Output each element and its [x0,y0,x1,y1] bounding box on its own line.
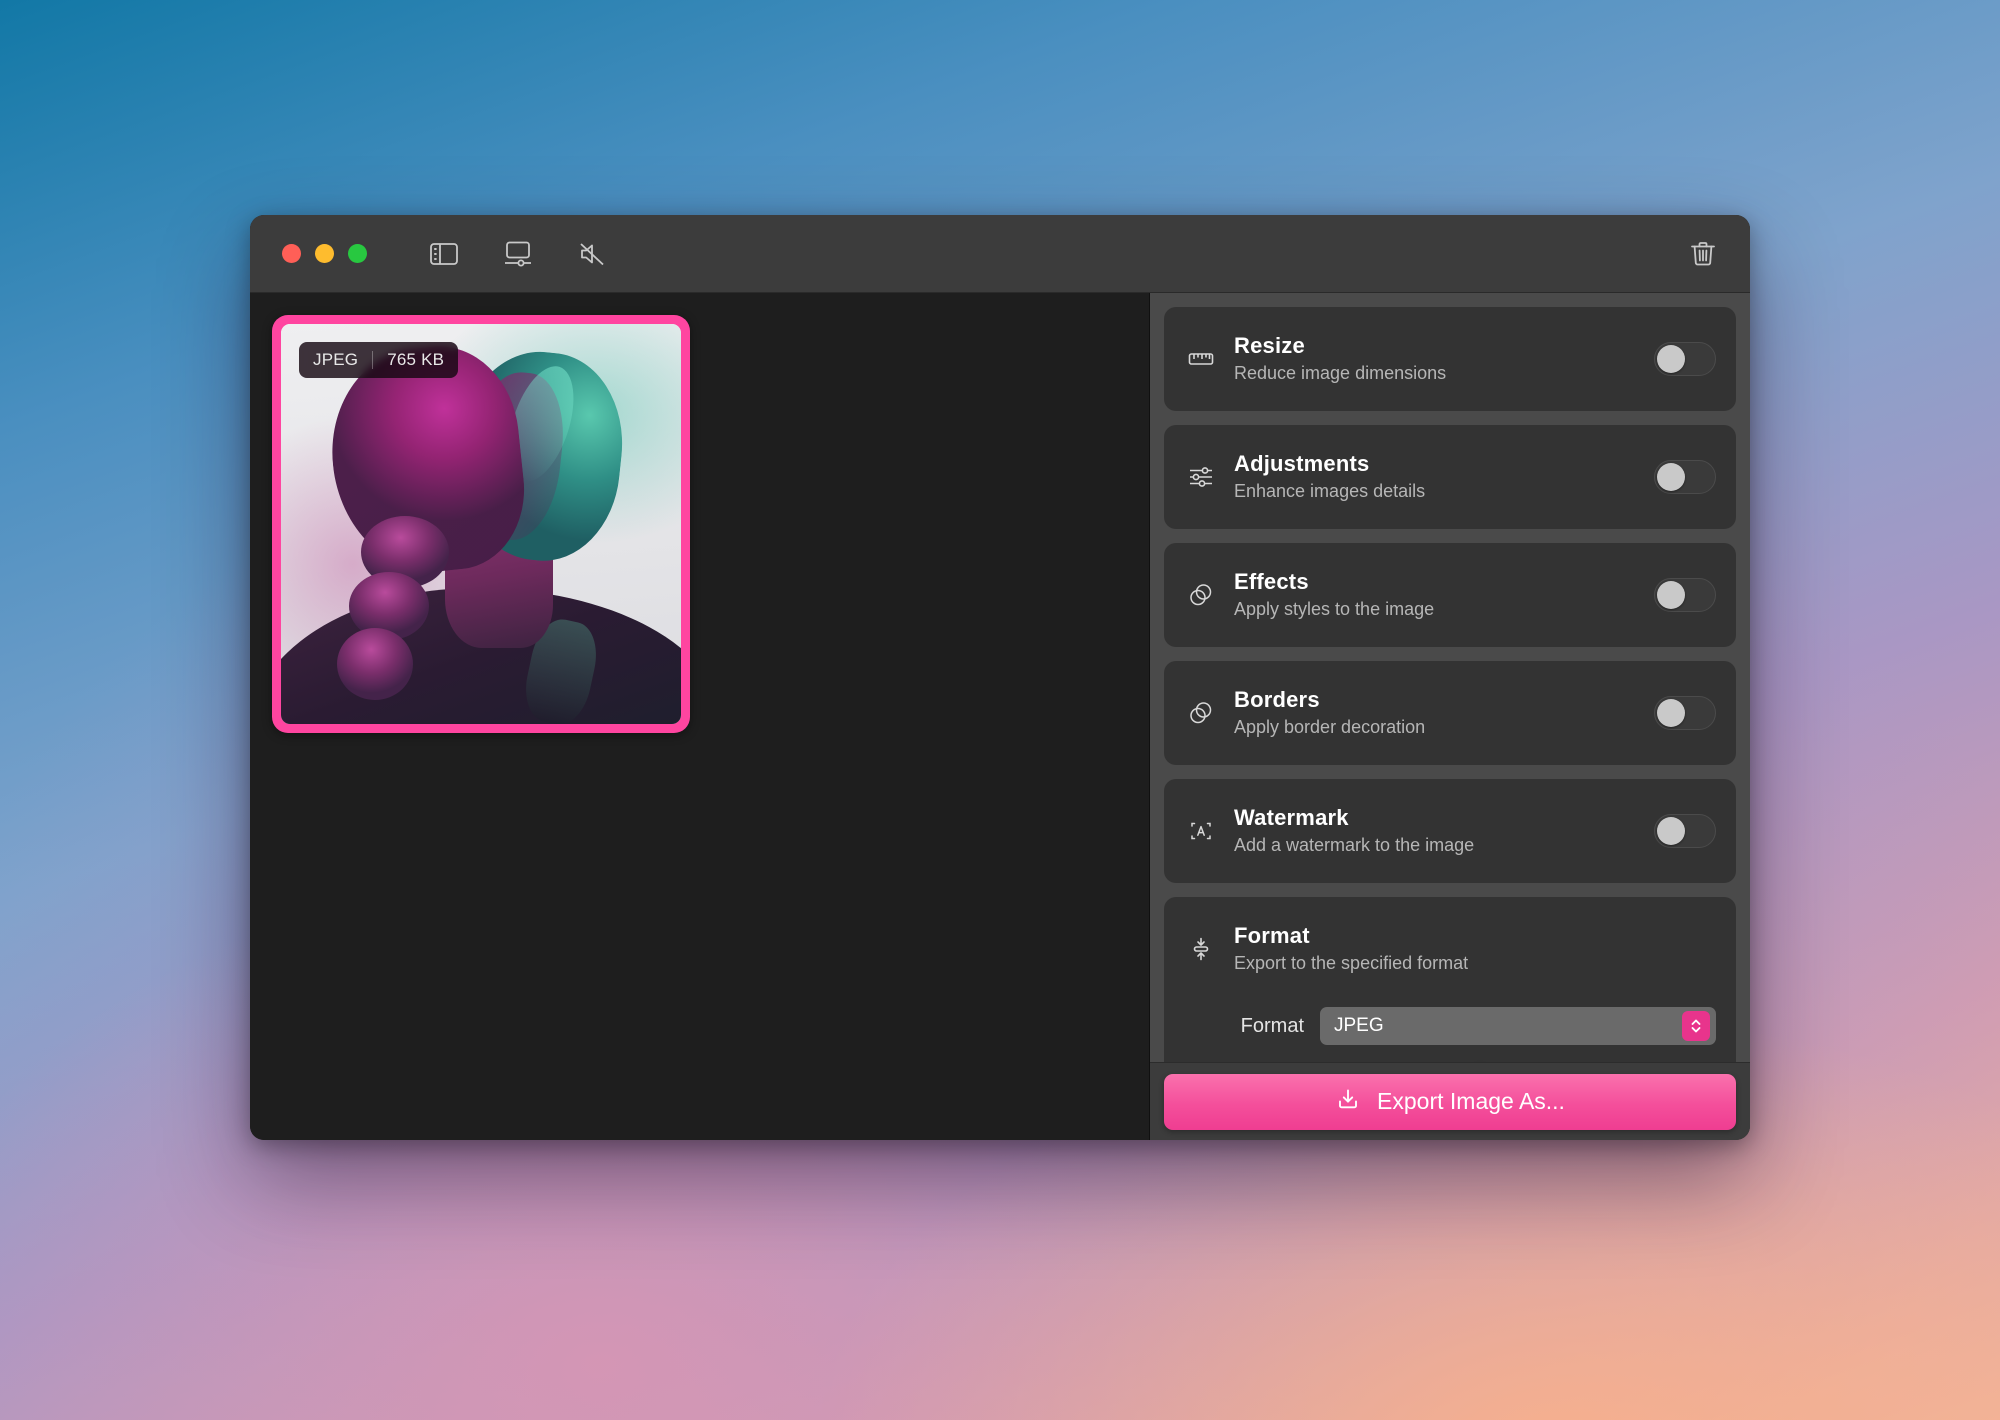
title-bar [250,215,1750,293]
image-info-badge: JPEG 765 KB [299,342,458,378]
app-window: JPEG 765 KB [250,215,1750,1140]
toggle-knob [1657,581,1685,609]
format-select-value: JPEG [1334,1015,1682,1037]
close-button[interactable] [282,244,301,263]
option-card-borders[interactable]: Borders Apply border decoration [1164,661,1736,765]
option-card-format[interactable]: Format Export to the specified format Fo… [1164,897,1736,1062]
option-card-adjustments[interactable]: Adjustments Enhance images details [1164,425,1736,529]
format-select-row: Format JPEG [1186,1007,1716,1045]
window-body: JPEG 765 KB [250,293,1750,1140]
overlapping-circles-icon [1186,580,1216,610]
display-settings-icon[interactable] [501,239,535,269]
compress-icon [1186,934,1216,964]
option-subtitle: Add a watermark to the image [1234,833,1636,858]
option-subtitle: Apply border decoration [1234,715,1636,740]
image-canvas[interactable]: JPEG 765 KB [250,293,1150,1140]
effects-toggle[interactable] [1654,578,1716,612]
option-text: Watermark Add a watermark to the image [1234,804,1636,859]
option-subtitle: Export to the specified format [1234,951,1716,976]
toggle-knob [1657,463,1685,491]
toggle-knob [1657,817,1685,845]
option-header: Resize Reduce image dimensions [1164,307,1736,411]
option-title: Adjustments [1234,450,1636,478]
option-header: Effects Apply styles to the image [1164,543,1736,647]
zoom-button[interactable] [348,244,367,263]
resize-toggle[interactable] [1654,342,1716,376]
option-subtitle: Apply styles to the image [1234,597,1636,622]
sliders-icon [1186,462,1216,492]
quality-slider[interactable] [1320,1061,1640,1062]
traffic-lights [282,244,367,263]
option-text: Adjustments Enhance images details [1234,450,1636,505]
option-header: Watermark Add a watermark to the image [1164,779,1736,883]
watermark-toggle[interactable] [1654,814,1716,848]
badge-format: JPEG [313,350,358,370]
option-text: Borders Apply border decoration [1234,686,1636,741]
option-title: Effects [1234,568,1636,596]
option-card-watermark[interactable]: Watermark Add a watermark to the image [1164,779,1736,883]
option-header: Borders Apply border decoration [1164,661,1736,765]
option-title: Watermark [1234,804,1636,832]
badge-separator [372,351,373,369]
option-text: Resize Reduce image dimensions [1234,332,1636,387]
option-subtitle: Enhance images details [1234,479,1636,504]
portrait-braid [337,628,413,700]
borders-toggle[interactable] [1654,696,1716,730]
panel-footer: Export Image As... [1150,1062,1750,1140]
overlapping-circles-icon [1186,698,1216,728]
option-text: Effects Apply styles to the image [1234,568,1636,623]
option-title: Format [1234,922,1716,950]
format-controls: Format JPEG [1164,1001,1736,1062]
desktop-wallpaper: JPEG 765 KB [0,0,2000,1420]
adjustments-toggle[interactable] [1654,460,1716,494]
option-header: Format Export to the specified format [1164,897,1736,1001]
sidebar-toggle-icon[interactable] [427,239,461,269]
chevron-updown-icon[interactable] [1682,1011,1710,1041]
image-thumbnail-frame[interactable]: JPEG 765 KB [272,315,690,733]
watermark-a-icon [1186,816,1216,846]
format-label: Format [1186,1015,1304,1038]
ruler-icon [1186,344,1216,374]
trash-icon[interactable] [1686,239,1720,269]
option-text: Format Export to the specified format [1234,922,1716,977]
options-list[interactable]: Resize Reduce image dimensions [1150,293,1750,1062]
format-select[interactable]: JPEG [1320,1007,1716,1045]
toggle-knob [1657,345,1685,373]
option-title: Resize [1234,332,1636,360]
option-header: Adjustments Enhance images details [1164,425,1736,529]
option-card-resize[interactable]: Resize Reduce image dimensions [1164,307,1736,411]
options-panel: Resize Reduce image dimensions [1150,293,1750,1140]
export-image-button[interactable]: Export Image As... [1164,1074,1736,1130]
export-button-label: Export Image As... [1377,1088,1565,1115]
toolbar-icons [427,239,609,269]
option-subtitle: Reduce image dimensions [1234,361,1636,386]
mute-icon[interactable] [575,239,609,269]
badge-filesize: 765 KB [387,350,444,370]
image-thumbnail[interactable]: JPEG 765 KB [281,324,681,724]
minimize-button[interactable] [315,244,334,263]
export-download-icon [1335,1086,1361,1118]
option-card-effects[interactable]: Effects Apply styles to the image [1164,543,1736,647]
toggle-knob [1657,699,1685,727]
option-title: Borders [1234,686,1636,714]
